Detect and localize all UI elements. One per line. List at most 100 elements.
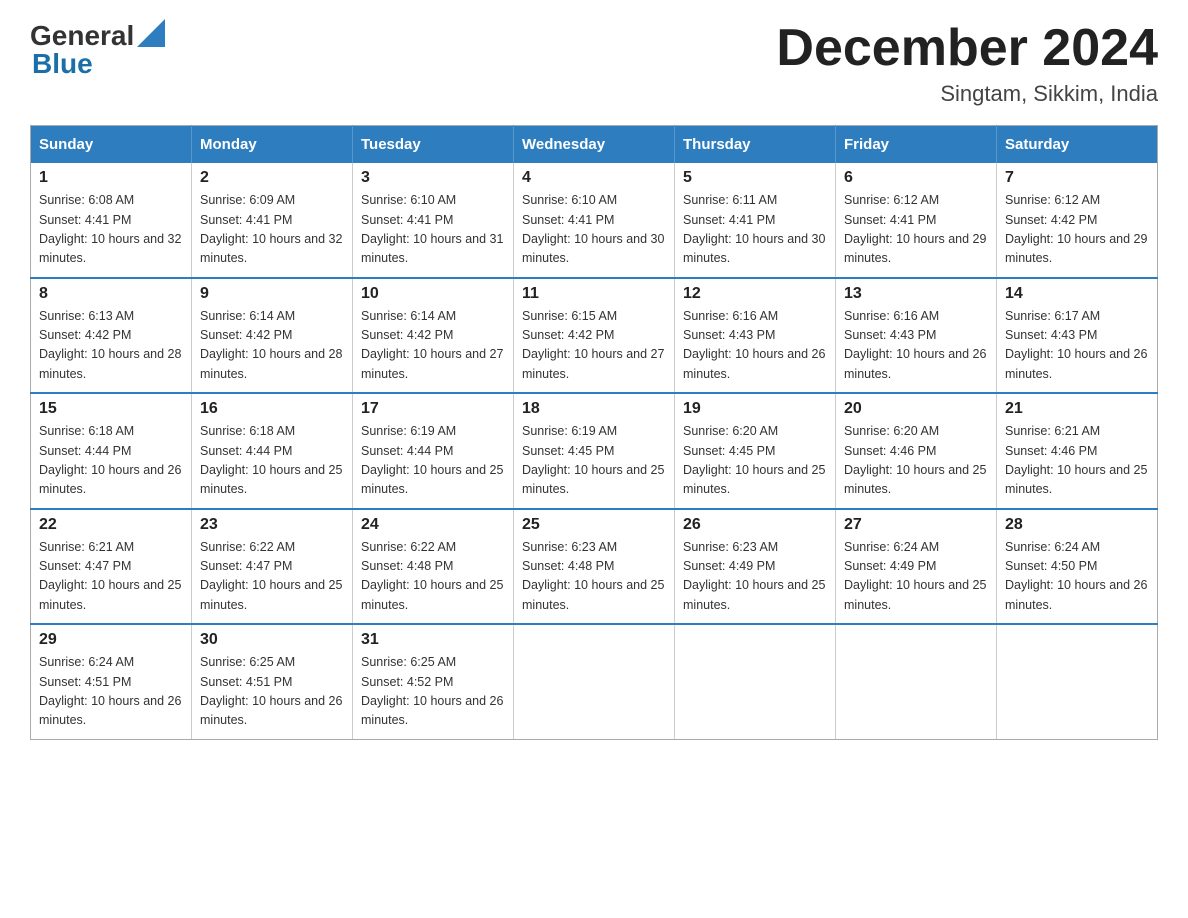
day-info: Sunrise: 6:21 AMSunset: 4:46 PMDaylight:… [1005,422,1149,500]
day-number: 30 [200,631,344,649]
day-info: Sunrise: 6:20 AMSunset: 4:46 PMDaylight:… [844,422,988,500]
day-info: Sunrise: 6:22 AMSunset: 4:47 PMDaylight:… [200,538,344,616]
day-info: Sunrise: 6:13 AMSunset: 4:42 PMDaylight:… [39,307,183,385]
day-info: Sunrise: 6:12 AMSunset: 4:42 PMDaylight:… [1005,191,1149,269]
calendar-cell: 18 Sunrise: 6:19 AMSunset: 4:45 PMDaylig… [514,393,675,509]
calendar-cell: 16 Sunrise: 6:18 AMSunset: 4:44 PMDaylig… [192,393,353,509]
calendar-table: SundayMondayTuesdayWednesdayThursdayFrid… [30,125,1158,740]
day-info: Sunrise: 6:22 AMSunset: 4:48 PMDaylight:… [361,538,505,616]
day-number: 22 [39,516,183,534]
header-monday: Monday [192,126,353,164]
calendar-cell: 20 Sunrise: 6:20 AMSunset: 4:46 PMDaylig… [836,393,997,509]
day-info: Sunrise: 6:10 AMSunset: 4:41 PMDaylight:… [522,191,666,269]
day-number: 17 [361,400,505,418]
calendar-cell [836,624,997,739]
day-number: 20 [844,400,988,418]
header-tuesday: Tuesday [353,126,514,164]
day-info: Sunrise: 6:23 AMSunset: 4:49 PMDaylight:… [683,538,827,616]
header-sunday: Sunday [31,126,192,164]
header-thursday: Thursday [675,126,836,164]
calendar-cell [675,624,836,739]
day-number: 19 [683,400,827,418]
calendar-cell: 24 Sunrise: 6:22 AMSunset: 4:48 PMDaylig… [353,509,514,625]
day-number: 24 [361,516,505,534]
day-info: Sunrise: 6:12 AMSunset: 4:41 PMDaylight:… [844,191,988,269]
day-info: Sunrise: 6:21 AMSunset: 4:47 PMDaylight:… [39,538,183,616]
header-wednesday: Wednesday [514,126,675,164]
day-info: Sunrise: 6:16 AMSunset: 4:43 PMDaylight:… [844,307,988,385]
calendar-week-row: 8 Sunrise: 6:13 AMSunset: 4:42 PMDayligh… [31,278,1158,394]
day-info: Sunrise: 6:19 AMSunset: 4:44 PMDaylight:… [361,422,505,500]
calendar-cell: 12 Sunrise: 6:16 AMSunset: 4:43 PMDaylig… [675,278,836,394]
calendar-cell: 30 Sunrise: 6:25 AMSunset: 4:51 PMDaylig… [192,624,353,739]
day-info: Sunrise: 6:25 AMSunset: 4:51 PMDaylight:… [200,653,344,731]
calendar-cell: 8 Sunrise: 6:13 AMSunset: 4:42 PMDayligh… [31,278,192,394]
calendar-cell: 13 Sunrise: 6:16 AMSunset: 4:43 PMDaylig… [836,278,997,394]
calendar-cell: 11 Sunrise: 6:15 AMSunset: 4:42 PMDaylig… [514,278,675,394]
day-number: 31 [361,631,505,649]
day-info: Sunrise: 6:24 AMSunset: 4:50 PMDaylight:… [1005,538,1149,616]
day-number: 4 [522,169,666,187]
day-number: 15 [39,400,183,418]
day-info: Sunrise: 6:08 AMSunset: 4:41 PMDaylight:… [39,191,183,269]
day-number: 25 [522,516,666,534]
day-number: 29 [39,631,183,649]
day-number: 3 [361,169,505,187]
day-info: Sunrise: 6:18 AMSunset: 4:44 PMDaylight:… [39,422,183,500]
day-number: 23 [200,516,344,534]
calendar-cell: 15 Sunrise: 6:18 AMSunset: 4:44 PMDaylig… [31,393,192,509]
calendar-cell [997,624,1158,739]
header-friday: Friday [836,126,997,164]
day-number: 9 [200,285,344,303]
calendar-cell: 19 Sunrise: 6:20 AMSunset: 4:45 PMDaylig… [675,393,836,509]
day-number: 28 [1005,516,1149,534]
day-info: Sunrise: 6:25 AMSunset: 4:52 PMDaylight:… [361,653,505,731]
day-info: Sunrise: 6:10 AMSunset: 4:41 PMDaylight:… [361,191,505,269]
day-info: Sunrise: 6:11 AMSunset: 4:41 PMDaylight:… [683,191,827,269]
day-info: Sunrise: 6:09 AMSunset: 4:41 PMDaylight:… [200,191,344,269]
location-title: Singtam, Sikkim, India [776,81,1158,107]
day-number: 13 [844,285,988,303]
day-number: 8 [39,285,183,303]
calendar-cell: 29 Sunrise: 6:24 AMSunset: 4:51 PMDaylig… [31,624,192,739]
day-info: Sunrise: 6:18 AMSunset: 4:44 PMDaylight:… [200,422,344,500]
day-info: Sunrise: 6:20 AMSunset: 4:45 PMDaylight:… [683,422,827,500]
calendar-cell [514,624,675,739]
calendar-week-row: 15 Sunrise: 6:18 AMSunset: 4:44 PMDaylig… [31,393,1158,509]
calendar-cell: 25 Sunrise: 6:23 AMSunset: 4:48 PMDaylig… [514,509,675,625]
logo-blue-text: Blue [32,48,93,80]
calendar-cell: 3 Sunrise: 6:10 AMSunset: 4:41 PMDayligh… [353,163,514,278]
logo: General Blue [30,20,165,80]
day-info: Sunrise: 6:24 AMSunset: 4:49 PMDaylight:… [844,538,988,616]
day-number: 26 [683,516,827,534]
page-header: General Blue December 2024 Singtam, Sikk… [30,20,1158,107]
calendar-cell: 17 Sunrise: 6:19 AMSunset: 4:44 PMDaylig… [353,393,514,509]
day-number: 11 [522,285,666,303]
day-number: 2 [200,169,344,187]
day-number: 18 [522,400,666,418]
day-number: 27 [844,516,988,534]
calendar-cell: 6 Sunrise: 6:12 AMSunset: 4:41 PMDayligh… [836,163,997,278]
calendar-cell: 2 Sunrise: 6:09 AMSunset: 4:41 PMDayligh… [192,163,353,278]
calendar-cell: 26 Sunrise: 6:23 AMSunset: 4:49 PMDaylig… [675,509,836,625]
day-number: 21 [1005,400,1149,418]
calendar-cell: 28 Sunrise: 6:24 AMSunset: 4:50 PMDaylig… [997,509,1158,625]
calendar-week-row: 29 Sunrise: 6:24 AMSunset: 4:51 PMDaylig… [31,624,1158,739]
header-saturday: Saturday [997,126,1158,164]
calendar-week-row: 22 Sunrise: 6:21 AMSunset: 4:47 PMDaylig… [31,509,1158,625]
calendar-cell: 21 Sunrise: 6:21 AMSunset: 4:46 PMDaylig… [997,393,1158,509]
calendar-cell: 9 Sunrise: 6:14 AMSunset: 4:42 PMDayligh… [192,278,353,394]
day-info: Sunrise: 6:14 AMSunset: 4:42 PMDaylight:… [361,307,505,385]
day-info: Sunrise: 6:23 AMSunset: 4:48 PMDaylight:… [522,538,666,616]
day-number: 12 [683,285,827,303]
day-number: 5 [683,169,827,187]
day-number: 7 [1005,169,1149,187]
calendar-cell: 27 Sunrise: 6:24 AMSunset: 4:49 PMDaylig… [836,509,997,625]
calendar-cell: 10 Sunrise: 6:14 AMSunset: 4:42 PMDaylig… [353,278,514,394]
day-number: 1 [39,169,183,187]
day-number: 10 [361,285,505,303]
calendar-cell: 23 Sunrise: 6:22 AMSunset: 4:47 PMDaylig… [192,509,353,625]
calendar-cell: 14 Sunrise: 6:17 AMSunset: 4:43 PMDaylig… [997,278,1158,394]
day-number: 16 [200,400,344,418]
month-title: December 2024 [776,20,1158,77]
